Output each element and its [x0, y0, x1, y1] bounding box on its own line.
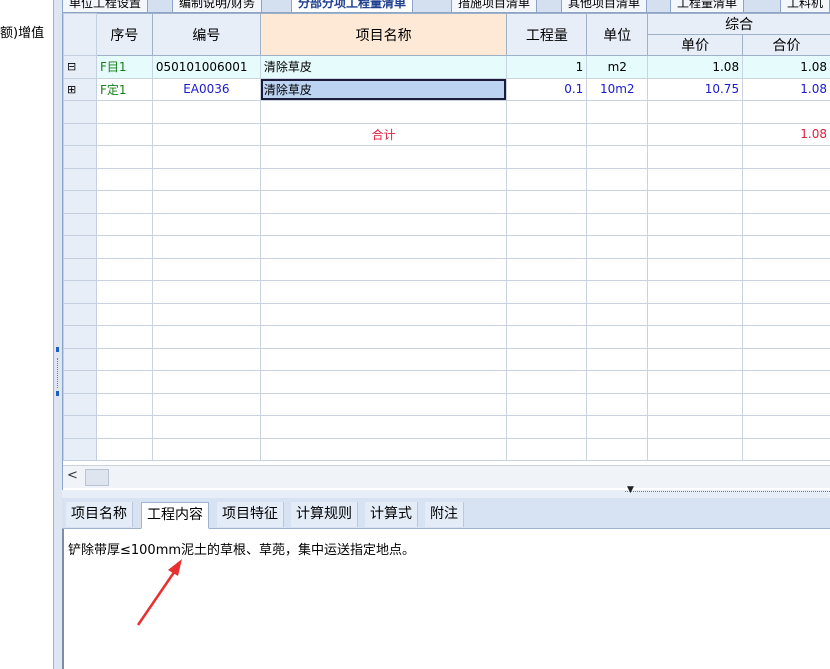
- cell-unit[interactable]: 10m2: [586, 77, 649, 101]
- tab-formula[interactable]: 计算式: [365, 502, 418, 527]
- header-composite[interactable]: 综合: [647, 13, 830, 35]
- cell-qty[interactable]: 1: [506, 55, 588, 79]
- tab-materials[interactable]: 工料机: [780, 0, 830, 12]
- header-unit-price[interactable]: 单价: [647, 34, 744, 56]
- cell-code[interactable]: EA0036: [151, 77, 261, 101]
- cell-unit-price[interactable]: 10.75: [647, 77, 744, 101]
- detail-tab-bar: 项目名称 工程内容 项目特征 计算规则 计算式 附注: [62, 498, 830, 529]
- horizontal-scrollbar[interactable]: <: [63, 465, 830, 488]
- scroll-left-icon[interactable]: <: [67, 468, 78, 483]
- cell-seq[interactable]: F目1: [95, 55, 153, 79]
- tab-measures[interactable]: 措施项目清单: [451, 0, 538, 12]
- header-qty[interactable]: 工程量: [506, 13, 588, 56]
- bill-grid: 序号 编号 项目名称 工程量 单位 综合 单价 合价 ⊟ F目1 0501010…: [62, 13, 830, 490]
- tab-description[interactable]: 编制说明/财务: [172, 0, 263, 12]
- expand-icon[interactable]: ⊞: [63, 77, 97, 101]
- total-label: 合计: [259, 122, 508, 146]
- table-row[interactable]: ⊞ F定1 EA0036 清除草皮 0.1 10m2 10.75 1.08: [63, 77, 830, 101]
- header-unit[interactable]: 单位: [586, 13, 649, 56]
- tree-header: [63, 13, 97, 56]
- tab-unit-settings[interactable]: 单位工程设置: [62, 0, 149, 12]
- top-tab-bar: 单位工程设置 编制说明/财务 分部分项工程量清单 措施项目清单 其他项目清单 工…: [62, 0, 830, 13]
- header-total-price[interactable]: 合价: [742, 34, 830, 56]
- annotation-arrow-icon: [136, 559, 182, 626]
- cell-total-price[interactable]: 1.08: [742, 55, 830, 79]
- splitter-arrow-icon[interactable]: [56, 347, 59, 352]
- scroll-thumb[interactable]: [85, 469, 109, 486]
- cell-qty[interactable]: 0.1: [506, 77, 588, 101]
- tab-project-name[interactable]: 项目名称: [66, 502, 133, 527]
- tab-calc-rules[interactable]: 计算规则: [291, 502, 358, 527]
- work-content-editor[interactable]: 铲除带厚≤100mm泥土的草根、草蔸，集中运送指定地点。: [62, 529, 830, 669]
- header-name[interactable]: 项目名称: [259, 13, 508, 56]
- cell-unit-price[interactable]: 1.08: [647, 55, 744, 79]
- splitter-arrow-icon[interactable]: [56, 391, 59, 396]
- total-price: 1.08: [742, 122, 830, 146]
- collapse-icon[interactable]: ⊟: [63, 55, 97, 79]
- tab-work-content[interactable]: 工程内容: [141, 502, 209, 529]
- cell-code[interactable]: 050101006001: [151, 55, 261, 79]
- left-panel-label: 额)增值: [0, 26, 45, 41]
- tab-other-items[interactable]: 其他项目清单: [561, 0, 648, 12]
- tab-bill-of-quantities[interactable]: 分部分项工程量清单: [291, 0, 414, 12]
- total-row: 合计 1.08: [63, 122, 830, 146]
- cell-name-selected[interactable]: 清除草皮: [259, 77, 508, 101]
- tab-quantity-list[interactable]: 工程量清单: [670, 0, 745, 12]
- cell-total-price[interactable]: 1.08: [742, 77, 830, 101]
- cell-unit[interactable]: m2: [586, 55, 649, 79]
- left-panel: 额)增值: [0, 0, 54, 669]
- bill-table: 序号 编号 项目名称 工程量 单位 综合 单价 合价 ⊟ F目1 0501010…: [63, 13, 830, 461]
- splitter-grip[interactable]: [57, 358, 58, 388]
- table-row[interactable]: ⊟ F目1 050101006001 清除草皮 1 m2 1.08 1.08: [63, 55, 830, 79]
- tab-project-features[interactable]: 项目特征: [217, 502, 284, 527]
- table-row[interactable]: [63, 100, 830, 124]
- tab-notes[interactable]: 附注: [425, 502, 464, 527]
- cell-name[interactable]: 清除草皮: [259, 55, 508, 79]
- header-code[interactable]: 编号: [151, 13, 261, 56]
- cell-seq[interactable]: F定1: [95, 77, 153, 101]
- splitter-grip[interactable]: [625, 491, 830, 497]
- panel-splitter[interactable]: ▼: [62, 485, 830, 498]
- header-seq[interactable]: 序号: [95, 13, 153, 56]
